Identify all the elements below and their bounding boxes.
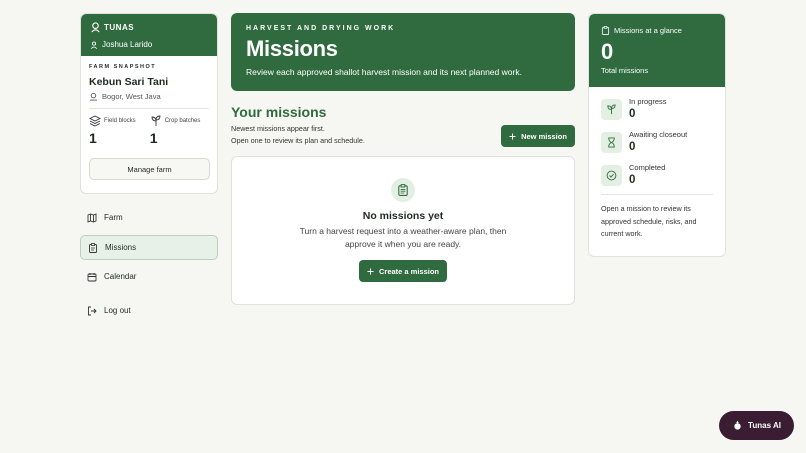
nav-label-logout: Log out bbox=[104, 306, 131, 315]
in-progress-value: 0 bbox=[629, 108, 636, 120]
location-text: Bogor, West Java bbox=[102, 92, 161, 101]
hourglass-icon bbox=[601, 132, 622, 153]
farm-name: Kebun Sari Tani bbox=[89, 76, 169, 88]
total-missions-label: Total missions bbox=[601, 66, 649, 75]
snapshot-label: FARM SNAPSHOT bbox=[89, 64, 157, 70]
hero-description: Review each approved shallot harvest mis… bbox=[246, 67, 522, 77]
awaiting-closeout-label: Awaiting closeout bbox=[629, 130, 688, 139]
nav-label-calendar: Calendar bbox=[104, 272, 137, 281]
clipboard-list-icon bbox=[397, 184, 409, 196]
hero-eyebrow: HARVEST AND DRYING WORK bbox=[246, 25, 396, 32]
missions-section-title: Your missions bbox=[231, 104, 327, 120]
missions-subtitle-1: Newest missions appear first. bbox=[231, 124, 325, 133]
awaiting-closeout-value: 0 bbox=[629, 141, 636, 153]
crop-batches-label: Crop batches bbox=[164, 118, 201, 124]
sprout-icon bbox=[150, 115, 162, 127]
glance-title: Missions at a glance bbox=[614, 26, 682, 35]
field-blocks-value: 1 bbox=[89, 130, 97, 146]
page-title: Missions bbox=[246, 36, 338, 61]
new-mission-label: New mission bbox=[521, 131, 567, 141]
completed-label: Completed bbox=[629, 163, 666, 172]
nav-item-farm[interactable]: Farm bbox=[80, 205, 218, 230]
divider bbox=[89, 108, 209, 109]
hero-banner: HARVEST AND DRYING WORK Missions Review … bbox=[231, 13, 575, 91]
map-icon bbox=[87, 212, 97, 223]
sparkle-hand-icon bbox=[732, 420, 743, 431]
nav-item-calendar[interactable]: Calendar bbox=[80, 264, 218, 289]
tunas-ai-button[interactable]: Tunas AI bbox=[719, 411, 794, 440]
empty-state-text: Turn a harvest request into a weather-aw… bbox=[299, 226, 507, 249]
tunas-ai-label: Tunas AI bbox=[748, 421, 781, 430]
create-mission-button[interactable]: Create a mission bbox=[359, 260, 447, 282]
empty-state-icon-wrap bbox=[391, 178, 415, 202]
missions-glance-card: Missions at a glance 0 Total missions In… bbox=[588, 13, 726, 257]
stat-completed: Completed 0 bbox=[601, 163, 725, 186]
field-blocks-stat: Field blocks 1 bbox=[89, 115, 136, 146]
farm-snapshot-card: TUNAS Joshua Larido FARM SNAPSHOT Kebun … bbox=[80, 13, 218, 194]
stat-awaiting-closeout: Awaiting closeout 0 bbox=[601, 130, 725, 153]
empty-state-card: No missions yet Turn a harvest request i… bbox=[231, 156, 575, 305]
sidebar-body: FARM SNAPSHOT Kebun Sari Tani Bogor, Wes… bbox=[81, 56, 217, 188]
manage-farm-button[interactable]: Manage farm bbox=[89, 158, 210, 180]
new-mission-button[interactable]: New mission bbox=[501, 125, 575, 147]
divider bbox=[601, 194, 713, 195]
glance-note: Open a mission to review its approved sc… bbox=[601, 204, 697, 238]
user-row[interactable]: Joshua Larido bbox=[90, 40, 208, 49]
stat-in-progress: In progress 0 bbox=[601, 97, 725, 120]
sprout-icon bbox=[601, 99, 622, 120]
location-row: Bogor, West Java bbox=[89, 92, 209, 101]
total-missions-value: 0 bbox=[601, 39, 614, 64]
crop-batches-stat: Crop batches 1 bbox=[149, 115, 201, 146]
user-name: Joshua Larido bbox=[102, 40, 153, 49]
nav-label-missions: Missions bbox=[105, 243, 137, 252]
crop-batches-value: 1 bbox=[149, 130, 158, 146]
glance-header: Missions at a glance 0 Total missions bbox=[589, 14, 725, 87]
location-icon bbox=[89, 92, 98, 101]
nav-item-missions[interactable]: Missions bbox=[80, 235, 218, 260]
in-progress-label: In progress bbox=[629, 97, 667, 106]
check-circle-icon bbox=[601, 165, 622, 186]
empty-state-title: No missions yet bbox=[362, 210, 444, 222]
nav-label-farm: Farm bbox=[104, 213, 123, 222]
user-icon bbox=[90, 41, 98, 49]
nav-item-logout[interactable]: Log out bbox=[80, 298, 218, 323]
logout-icon bbox=[87, 306, 97, 316]
glance-title-row: Missions at a glance bbox=[601, 26, 713, 35]
plus-icon bbox=[509, 132, 516, 140]
farm-stats: Field blocks 1 Crop batches 1 bbox=[89, 115, 209, 146]
field-blocks-label: Field blocks bbox=[104, 118, 136, 124]
clipboard-icon bbox=[88, 242, 98, 253]
plus-icon bbox=[367, 267, 374, 275]
brand-name: TUNAS bbox=[104, 23, 135, 32]
missions-subtitle-2: Open one to review its plan and schedule… bbox=[231, 136, 365, 145]
sprout-logo-icon bbox=[90, 22, 101, 33]
clipboard-icon bbox=[601, 26, 610, 35]
sidebar-header: TUNAS Joshua Larido bbox=[81, 14, 217, 56]
completed-value: 0 bbox=[629, 174, 636, 186]
calendar-icon bbox=[87, 272, 97, 282]
brand-logo: TUNAS bbox=[90, 22, 208, 33]
create-mission-label: Create a mission bbox=[378, 266, 440, 276]
layers-icon bbox=[89, 115, 101, 127]
